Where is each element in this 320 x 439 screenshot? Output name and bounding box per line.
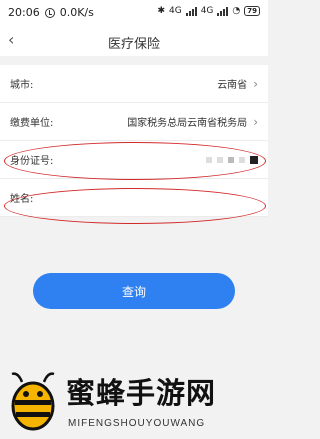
- bluetooth-icon: ✱: [157, 6, 165, 16]
- signal-icon: [185, 6, 197, 16]
- name-row[interactable]: 姓名:: [0, 179, 268, 217]
- signal-label-1: 4G: [168, 6, 182, 16]
- query-button[interactable]: 查询: [33, 273, 235, 309]
- city-value-wrap: 云南省 ›: [217, 76, 258, 92]
- watermark: 蜜蜂手游网 MIFENGSHOUYOUWANG: [8, 370, 260, 436]
- alarm-icon: [44, 7, 55, 18]
- chevron-right-icon: ›: [253, 76, 258, 91]
- page-title: 医疗保险: [107, 37, 160, 52]
- city-value: 云南省: [217, 80, 248, 91]
- signal-label-2: 4G: [200, 6, 214, 16]
- unit-value-wrap: 国家税务总局云南省税务局 ›: [127, 114, 258, 130]
- unit-label: 缴费单位:: [10, 118, 54, 129]
- city-row[interactable]: 城市: 云南省 ›: [0, 65, 268, 103]
- watermark-subtitle: MIFENGSHOUYOUWANG: [68, 418, 206, 429]
- name-label: 姓名:: [10, 194, 34, 205]
- signal-icon-2: [217, 6, 229, 16]
- query-form: 城市: 云南省 › 缴费单位: 国家税务总局云南省税务局 › 身份证号: 姓名:: [0, 65, 268, 217]
- chevron-right-icon: ›: [253, 114, 258, 129]
- id-field[interactable]: [206, 155, 258, 164]
- wifi-icon: ◔: [232, 6, 241, 16]
- bee-logo-icon: [11, 372, 55, 431]
- status-bar: 20:06 0.0K/s ✱ 4G 4G ◔ 79: [0, 0, 268, 26]
- watermark-title: 蜜蜂手游网: [66, 376, 217, 410]
- unit-value: 国家税务总局云南省税务局: [127, 118, 248, 129]
- id-label: 身份证号:: [10, 156, 54, 167]
- status-right: ✱ 4G 4G ◔ 79: [157, 6, 260, 16]
- status-left: 20:06 0.0K/s: [8, 6, 94, 19]
- network-speed: 0.0K/s: [59, 6, 94, 19]
- city-label: 城市:: [10, 80, 34, 91]
- nav-bar: ‹ 医疗保险: [0, 26, 268, 56]
- id-row[interactable]: 身份证号:: [0, 141, 268, 179]
- unit-row[interactable]: 缴费单位: 国家税务总局云南省税务局 ›: [0, 103, 268, 141]
- status-time: 20:06: [8, 6, 40, 19]
- battery-icon: 79: [244, 6, 260, 16]
